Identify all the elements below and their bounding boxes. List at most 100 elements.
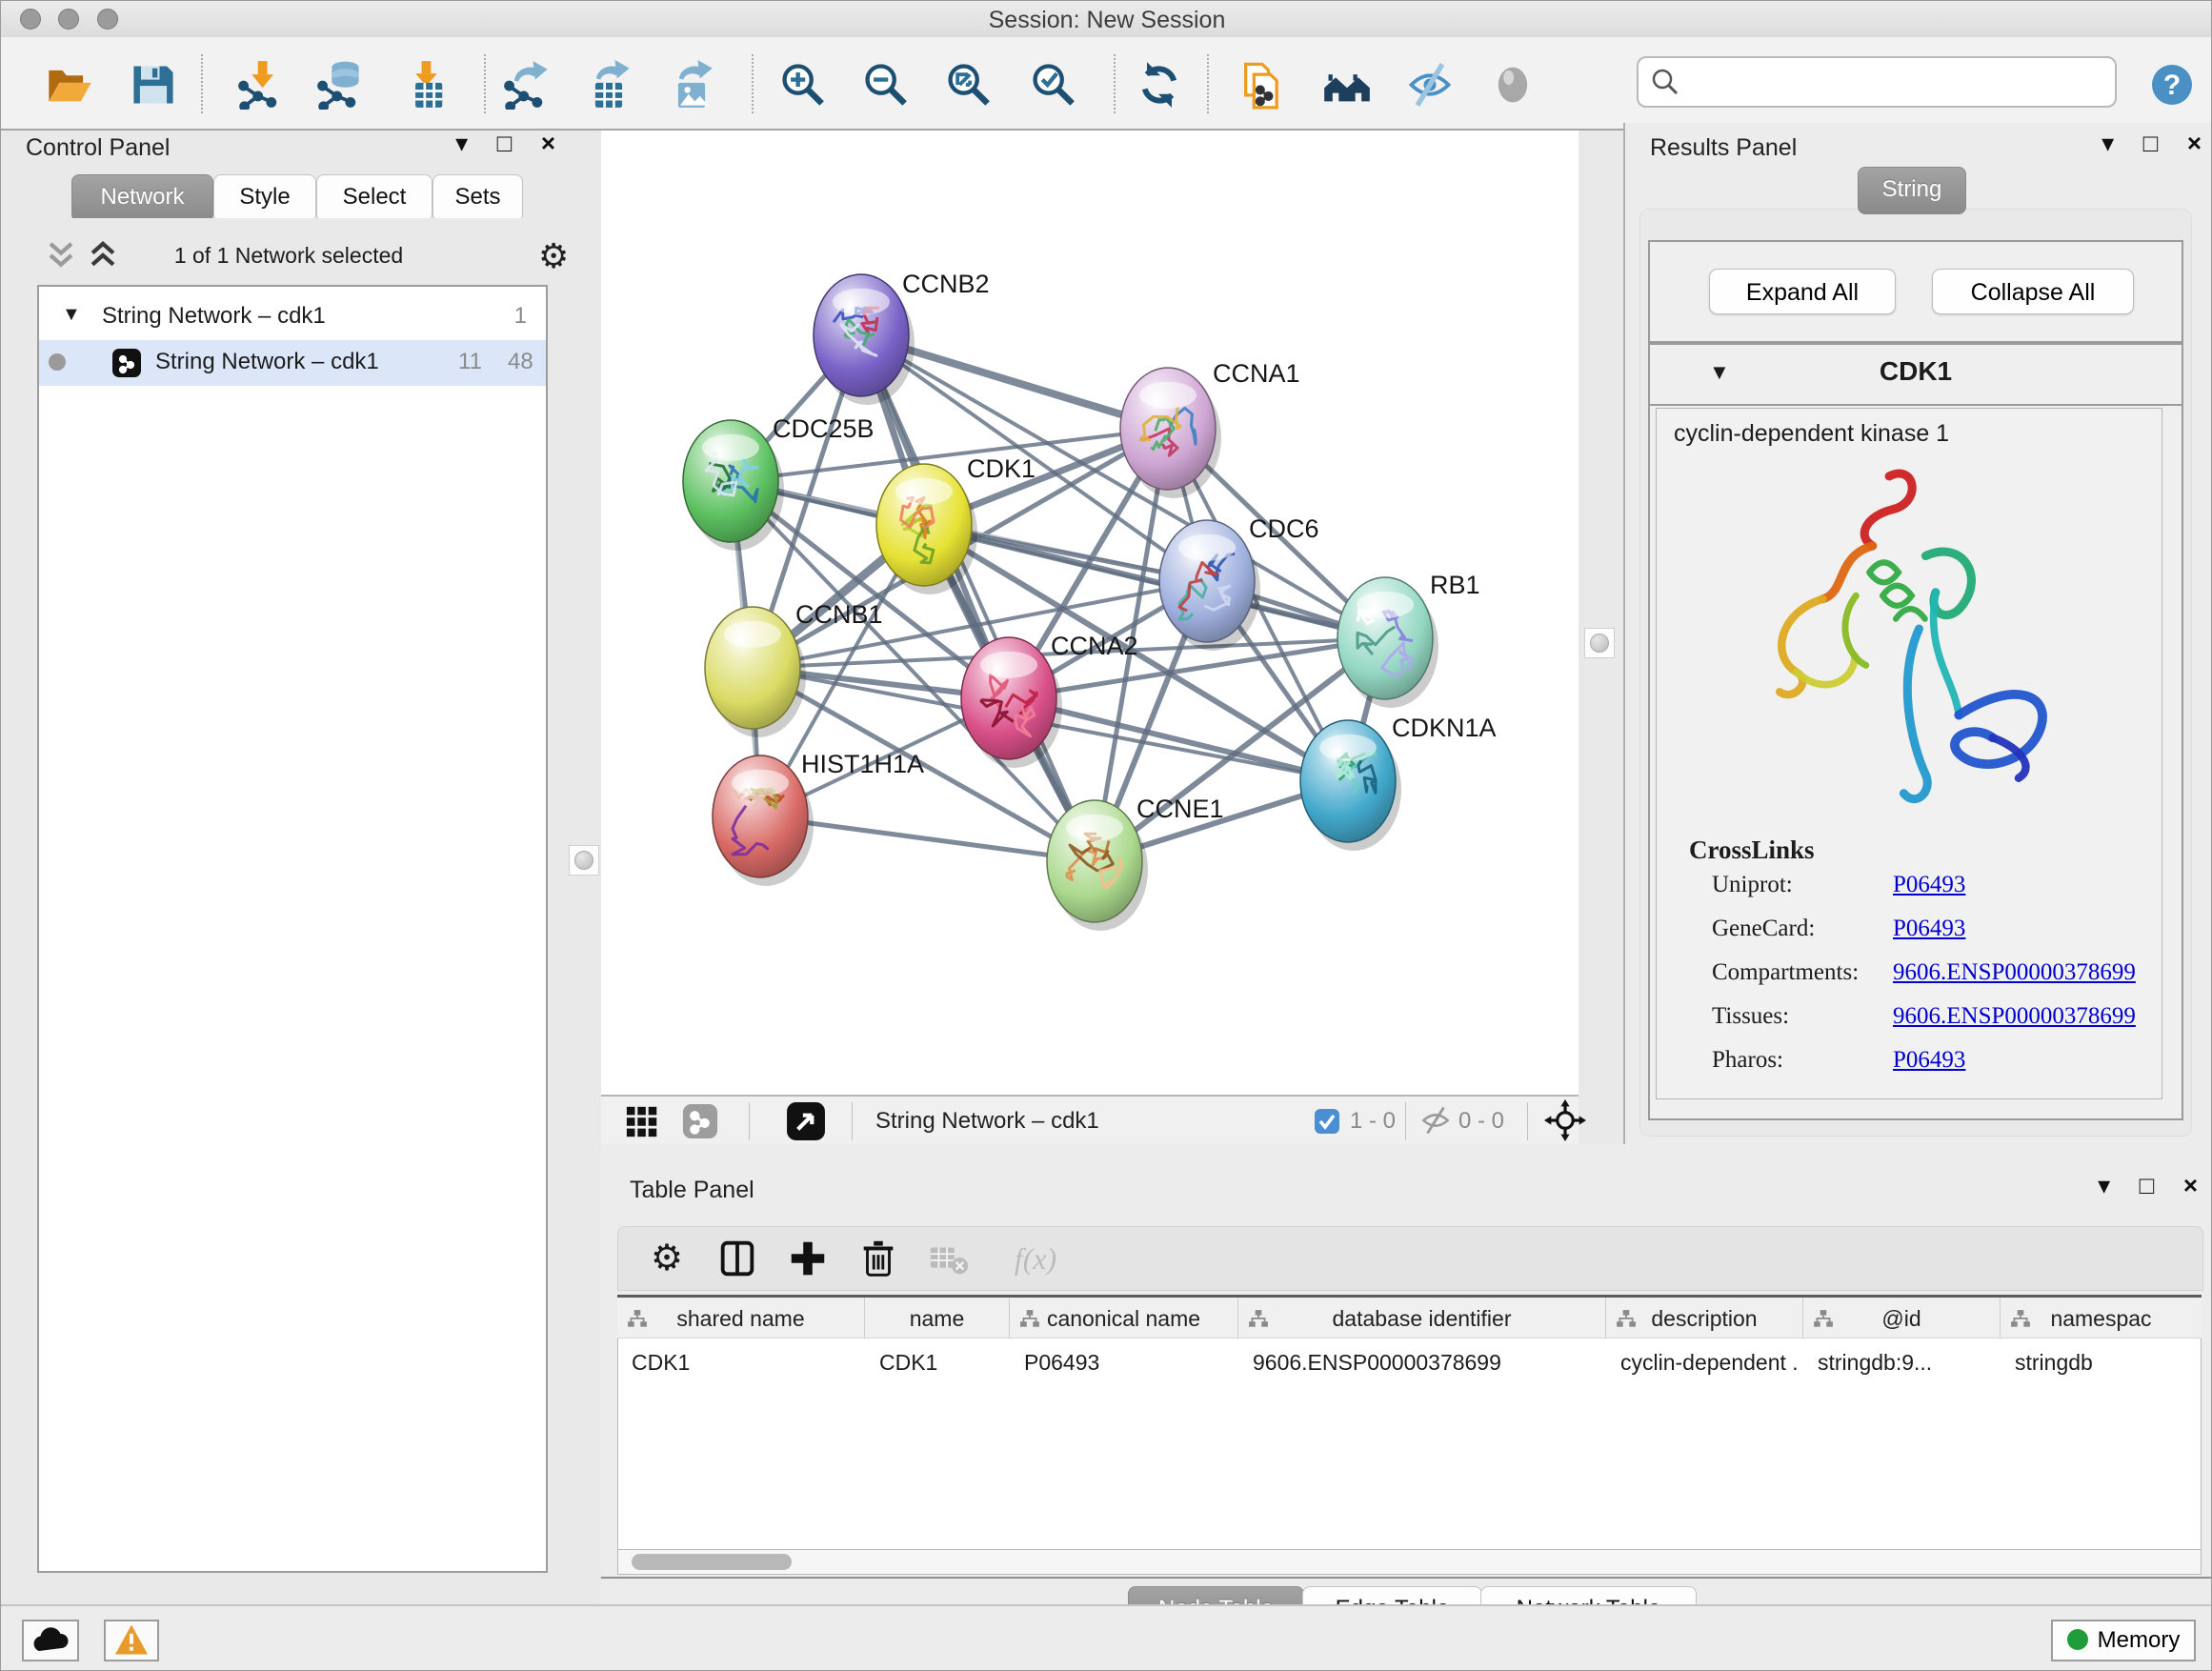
right-splitter[interactable] [1579, 129, 1623, 1095]
zoom-in-button[interactable] [775, 58, 829, 111]
crosslink-link[interactable]: P06493 [1893, 916, 1965, 942]
results-panel-float-button[interactable]: □ [2143, 131, 2159, 155]
network-view-string-button[interactable] [675, 1102, 717, 1140]
node-label-CDC6: CDC6 [1249, 514, 1319, 543]
hide-results-button[interactable] [1403, 58, 1457, 111]
open-in-window-button[interactable] [780, 1100, 824, 1142]
tab-style[interactable]: Style [213, 174, 316, 222]
tab-select[interactable]: Select [316, 174, 432, 222]
column-header-id[interactable]: @id [1803, 1298, 2001, 1338]
help-button[interactable]: ? [2147, 60, 2197, 110]
table-panel-menu-button[interactable]: ▾ [2098, 1173, 2110, 1198]
refresh-button[interactable] [1133, 58, 1186, 111]
gear-icon: ⚙ [651, 1238, 683, 1278]
network-node-CCNB2[interactable]: CCNB2 [814, 270, 990, 405]
network-edge-CCNB2-CCNE1[interactable] [861, 335, 1095, 861]
column-header-namespace[interactable]: namespac [2001, 1298, 2202, 1338]
network-canvas[interactable]: CCNB2CCNA1CDC25BCDK1CDC6RB1CCNB1CCNA2CDK… [601, 131, 1579, 1095]
network-node-HIST1H1A[interactable]: HIST1H1A [713, 750, 924, 886]
export-table-file-button[interactable] [582, 58, 635, 111]
control-panel-float-button[interactable]: □ [497, 131, 513, 155]
import-table-file-button[interactable] [400, 58, 453, 111]
node-result-header[interactable]: ▼ CDK1 [1650, 345, 2182, 406]
network-node-CDC6[interactable]: CDC6 [1159, 514, 1319, 651]
import-network-database-button[interactable] [313, 58, 367, 111]
column-header-name[interactable]: name [865, 1298, 1010, 1338]
import-string-network-button[interactable] [1236, 58, 1289, 111]
network-collection-row[interactable]: ▼ String Network – cdk1 1 [39, 294, 546, 340]
tab-network[interactable]: Network [71, 174, 213, 222]
network-node-CCNB1[interactable]: CCNB1 [705, 600, 883, 737]
crosslink-link[interactable]: 9606.ENSP00000378699 [1893, 1003, 2136, 1030]
export-table-icon [584, 60, 633, 110]
network-node-CCNA1[interactable]: CCNA1 [1120, 359, 1300, 498]
node-label-CDK1: CDK1 [967, 454, 1036, 483]
table-options-gear-button[interactable]: ⚙ [643, 1235, 691, 1282]
collection-expander-icon[interactable]: ▼ [62, 304, 81, 326]
left-splitter[interactable] [565, 129, 601, 1095]
table-panel-float-button[interactable]: □ [2140, 1173, 2155, 1198]
network-node-RB1[interactable]: RB1 [1337, 571, 1480, 708]
show-results-button[interactable] [1486, 58, 1539, 111]
import-network-file-button[interactable] [234, 58, 288, 111]
save-icon [129, 60, 178, 110]
save-session-button[interactable] [127, 58, 180, 111]
zoom-out-icon [860, 60, 910, 110]
node-label-CCNB2: CCNB2 [902, 270, 990, 298]
warnings-button[interactable] [104, 1620, 159, 1661]
table-horizontal-scrollbar[interactable] [617, 1550, 2202, 1575]
export-image-button[interactable] [665, 58, 718, 111]
crosslink-link[interactable]: P06493 [1893, 872, 1965, 898]
memory-button[interactable]: Memory [2051, 1620, 2196, 1661]
right-splitter-handle[interactable] [1584, 628, 1615, 658]
refresh-icon [1135, 60, 1184, 110]
left-splitter-handle[interactable] [569, 845, 599, 876]
network-node-CDK1[interactable]: CDK1 [876, 454, 1036, 594]
birdseye-navigator-button[interactable] [1538, 1098, 1582, 1142]
scrollbar-thumb[interactable] [632, 1554, 792, 1570]
network-node-CDKN1A[interactable]: CDKN1A [1300, 714, 1497, 851]
crosslink-link[interactable]: 9606.ENSP00000378699 [1893, 959, 2136, 986]
create-column-button[interactable] [784, 1235, 832, 1282]
results-panel-close-button[interactable]: × [2187, 131, 2202, 155]
search-input[interactable] [1688, 62, 2101, 100]
column-header-shared-name[interactable]: shared name [617, 1298, 865, 1338]
results-panel-menu-button[interactable]: ▾ [2101, 131, 2114, 155]
zoom-selected-button[interactable] [1026, 58, 1079, 111]
collection-count: 1 [514, 303, 527, 330]
network-state-dot-icon [49, 353, 66, 371]
network-row-selected[interactable]: String Network – cdk1 11 48 [39, 340, 546, 386]
main-toolbar: ? [1, 37, 2212, 131]
crosslink-label: Tissues: [1712, 1003, 1789, 1030]
zoom-out-button[interactable] [858, 58, 912, 111]
selected-checkbox[interactable] [1314, 1108, 1340, 1139]
delete-column-button[interactable] [855, 1235, 902, 1282]
trash-icon [856, 1237, 900, 1280]
open-session-button[interactable] [43, 58, 96, 111]
network-node-CCNE1[interactable]: CCNE1 [1047, 795, 1224, 931]
crosslink-link[interactable]: P06493 [1893, 1047, 1965, 1074]
control-panel-menu-button[interactable]: ▾ [455, 131, 468, 155]
column-header-canonical-name[interactable]: canonical name [1010, 1298, 1238, 1338]
string-home-button[interactable] [1320, 58, 1374, 111]
tab-sets[interactable]: Sets [432, 174, 523, 222]
results-panel-title: Results Panel [1650, 134, 1797, 162]
table-panel-close-button[interactable]: × [2183, 1173, 2198, 1198]
collection-label: String Network – cdk1 [102, 303, 326, 330]
export-network-file-button[interactable] [500, 58, 553, 111]
tab-string-results[interactable]: String [1858, 167, 1966, 214]
collapse-all-button[interactable]: Collapse All [1932, 269, 2134, 314]
cloud-status-button[interactable] [22, 1620, 79, 1661]
column-header-description[interactable]: description [1606, 1298, 1803, 1338]
show-columns-button[interactable] [714, 1235, 761, 1282]
control-panel-close-button[interactable]: × [541, 131, 555, 155]
search-icon [1648, 66, 1682, 100]
node-result-name: CDK1 [1650, 356, 2182, 387]
fit-content-button[interactable] [941, 58, 995, 111]
function-builder-button: f(x) [997, 1235, 1074, 1282]
checkbox-checked-icon [1314, 1108, 1340, 1135]
column-header-database-identifier[interactable]: database identifier [1238, 1298, 1606, 1338]
grid-view-button[interactable] [618, 1102, 660, 1140]
expand-all-button[interactable]: Expand All [1709, 269, 1896, 314]
node-label-CCNB1: CCNB1 [795, 600, 883, 629]
